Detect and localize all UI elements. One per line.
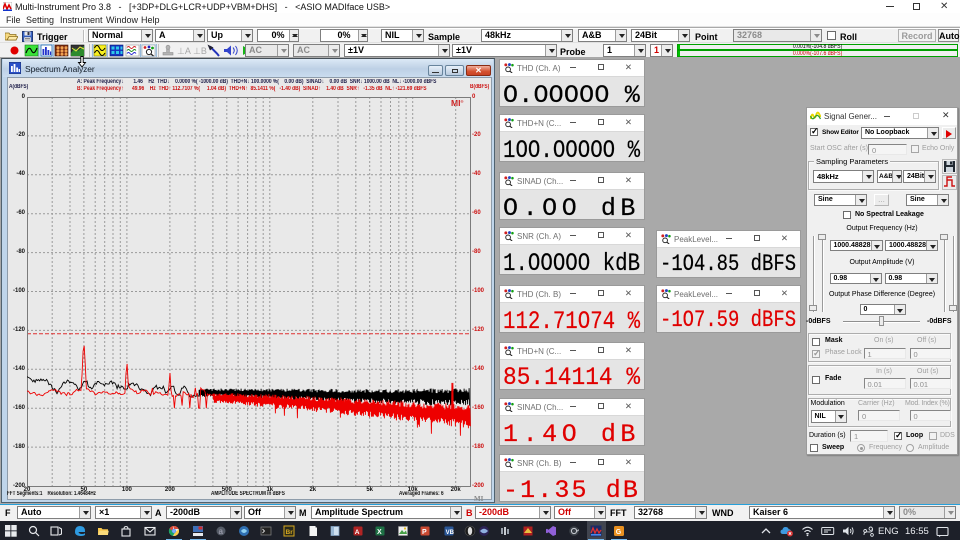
- svg-text:A: A: [354, 529, 359, 536]
- svg-text:a: a: [219, 527, 224, 536]
- svg-text:VB: VB: [445, 530, 454, 536]
- svg-text:X: X: [377, 529, 382, 536]
- svg-text:Br: Br: [285, 529, 293, 536]
- svg-text:⊥A: ⊥A: [177, 46, 191, 56]
- svg-text:G: G: [616, 529, 622, 536]
- svg-text:⊥B: ⊥B: [193, 46, 207, 56]
- svg-text:P: P: [422, 529, 427, 536]
